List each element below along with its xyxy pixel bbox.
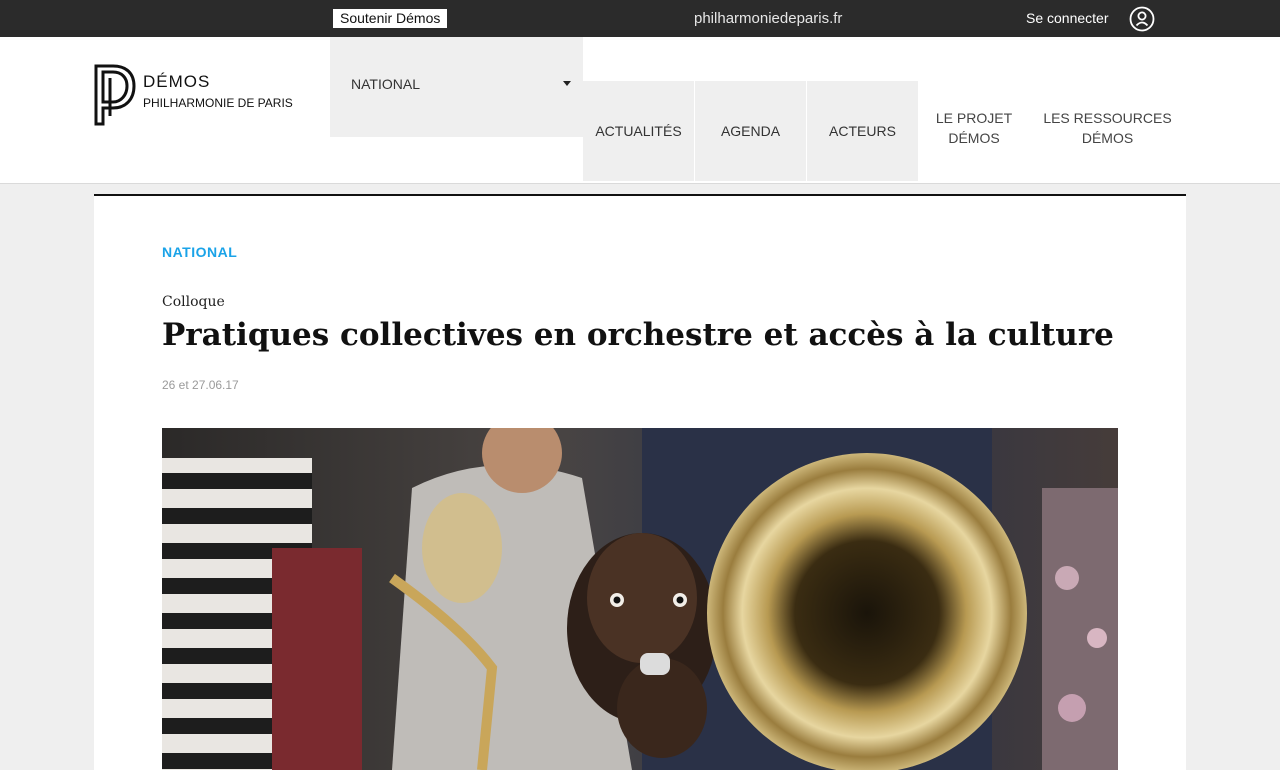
article-hero-image [162,428,1118,770]
caret-down-icon [563,81,571,86]
nav-ressources-line1: LES RESSOURCES [1043,110,1172,126]
nav-les-ressources-demos[interactable]: LES RESSOURCES DÉMOS [1042,108,1173,148]
philharmonie-site-link[interactable]: philharmoniedeparis.fr [694,10,842,27]
top-bar: Soutenir Démos philharmoniedeparis.fr Se… [0,0,1280,37]
user-circle-icon[interactable] [1129,6,1155,32]
tab-actualites[interactable]: ACTUALITÉS [583,81,694,181]
logo-title: DÉMOS [143,72,211,91]
nav-ressources-line2: DÉMOS [1081,130,1134,146]
hero-photo-illustration [162,428,1118,770]
demos-logo[interactable]: DÉMOS PHILHARMONIE DE PARIS [93,64,293,126]
article-kicker: Colloque [162,294,225,310]
tab-agenda[interactable]: AGENDA [695,81,806,181]
event-date: 26 et 27.06.17 [162,378,239,392]
nav-le-projet-line2: DÉMOS [948,130,1000,146]
demos-logo-mark [94,64,136,126]
region-select-value: NATIONAL [351,76,420,92]
nav-le-projet-line1: LE PROJET [935,110,1013,126]
category-tag[interactable]: NATIONAL [162,244,237,260]
region-select[interactable]: NATIONAL [330,37,583,137]
logo-subtitle: PHILHARMONIE DE PARIS [143,96,293,110]
tab-acteurs[interactable]: ACTEURS [807,81,918,181]
nav-le-projet-demos[interactable]: LE PROJET DÉMOS [924,108,1024,148]
support-demos-button[interactable]: Soutenir Démos [333,9,448,28]
article-card: NATIONAL Colloque Pratiques collectives … [94,194,1186,770]
login-link[interactable]: Se connecter [1026,10,1109,27]
page-title: Pratiques collectives en orchestre et ac… [162,317,1114,353]
